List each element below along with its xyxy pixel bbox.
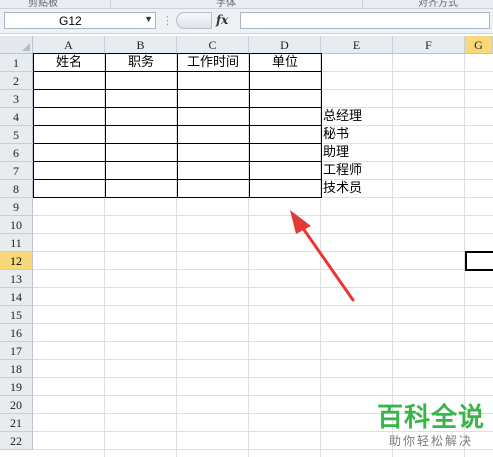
watermark-logo: 百科全说 助你轻松解决 xyxy=(377,403,485,449)
watermark-subtitle: 助你轻松解决 xyxy=(388,434,473,448)
watermark-title: 百科全说 xyxy=(376,403,485,433)
annotation-arrow-icon xyxy=(290,210,355,302)
